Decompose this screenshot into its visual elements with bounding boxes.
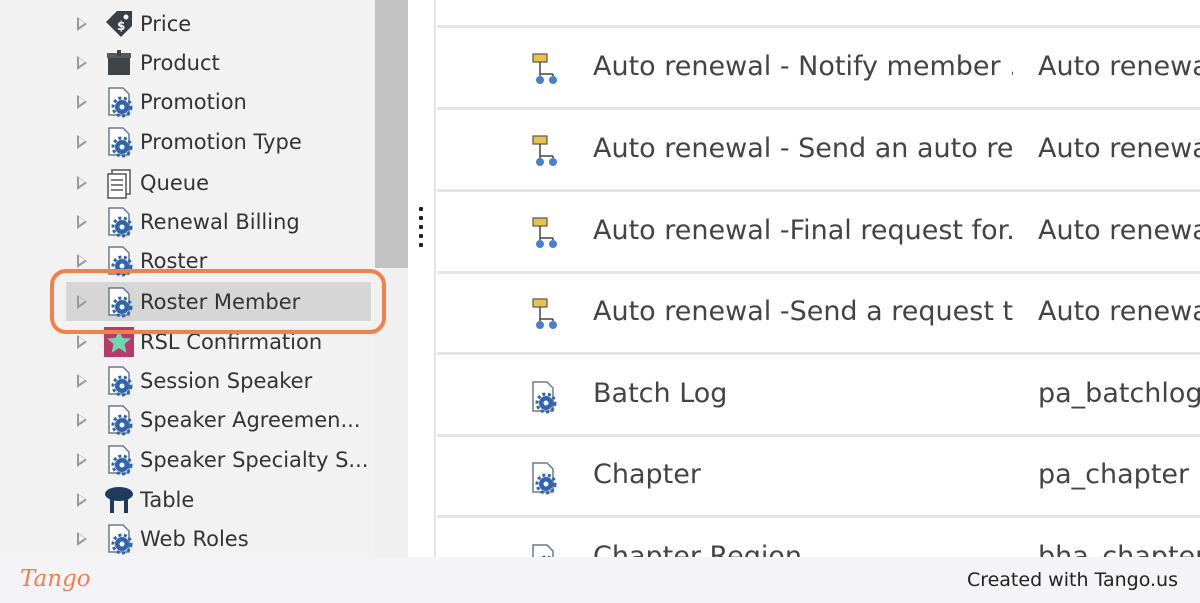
component-schema-name: pa_batchlog (1038, 378, 1200, 409)
table-row[interactable]: Chapter Region bha_chapter (437, 520, 1200, 557)
tango-logo: Tango (20, 566, 91, 592)
tree-item-session-speaker[interactable]: Session Speaker (66, 361, 371, 400)
component-schema-name: Auto renewa (1038, 51, 1200, 82)
tree-item-price[interactable]: $ Price (66, 4, 371, 43)
tree-item-speaker-agreement[interactable]: Speaker Agreemen... (66, 400, 371, 439)
entity-gear-icon (527, 460, 561, 498)
tree-item-label: Session Speaker (140, 368, 313, 393)
component-schema-name: Auto renewa (1038, 133, 1200, 164)
tree-item-promotion[interactable]: Promotion (66, 82, 371, 121)
tree-item-promotion-type[interactable]: Promotion Type (66, 122, 371, 161)
tree-item-table[interactable]: Table (66, 480, 371, 519)
tree-item-speaker-specialty[interactable]: Speaker Specialty S... (66, 440, 371, 479)
component-schema-name: Auto renewa (1038, 296, 1200, 327)
tree-scrollbar-thumb[interactable] (375, 0, 408, 268)
expand-arrow-icon[interactable] (77, 452, 87, 467)
tree-item-queue[interactable]: Queue (66, 163, 371, 202)
expand-arrow-icon[interactable] (77, 175, 87, 190)
footer-credit: Created with Tango.us (966, 569, 1178, 591)
expand-arrow-icon[interactable] (77, 373, 87, 388)
svg-text:$: $ (117, 19, 125, 33)
process-icon (527, 134, 561, 172)
expand-arrow-icon[interactable] (77, 134, 87, 149)
price-tag-icon: $ (102, 7, 136, 41)
tree-item-label: Renewal Billing (140, 209, 300, 234)
tree-item-label: Web Roles (140, 526, 249, 551)
tree-item-label: Promotion Type (140, 129, 302, 154)
table-row[interactable] (437, 0, 1200, 28)
table-row[interactable]: Auto renewal - Notify member ... Auto re… (437, 30, 1200, 110)
component-schema-name: bha_chapter (1038, 541, 1200, 557)
table-row[interactable]: Auto renewal -Send a request t... Auto r… (437, 275, 1200, 355)
expand-arrow-icon[interactable] (77, 253, 87, 268)
entity-gear-icon (102, 125, 136, 159)
process-icon (527, 297, 561, 335)
tree-item-label: Table (140, 487, 195, 512)
expand-arrow-icon[interactable] (77, 214, 87, 229)
tree-item-product[interactable]: Product (66, 43, 371, 82)
process-icon (527, 52, 561, 90)
tree-item-label: Speaker Specialty S... (140, 447, 369, 472)
table-row[interactable]: Chapter pa_chapter (437, 438, 1200, 518)
components-grid: Auto renewal - Notify member ... Auto re… (437, 0, 1200, 557)
table-row[interactable]: Auto renewal -Final request for... Auto … (437, 194, 1200, 274)
component-schema-name: pa_chapter (1038, 459, 1190, 490)
entity-gear-icon (527, 379, 561, 417)
table-row[interactable]: Batch Log pa_batchlog (437, 357, 1200, 437)
entity-gear-icon (102, 364, 136, 398)
tree-item-label: Price (140, 11, 192, 36)
tango-footer: Tango Created with Tango.us (0, 557, 1200, 603)
entity-gear-icon (102, 403, 136, 437)
entity-gear-icon (102, 443, 136, 477)
tree-item-label: Queue (140, 170, 209, 195)
component-display-name: Chapter (593, 459, 701, 490)
component-display-name: Chapter Region (593, 541, 802, 557)
pane-splitter[interactable] (408, 0, 436, 557)
component-schema-name: Auto renewa (1038, 215, 1200, 246)
entity-gear-icon (527, 542, 561, 557)
component-display-name: Auto renewal - Notify member ... (593, 51, 1013, 82)
highlight-ring (50, 269, 386, 334)
component-display-name: Auto renewal -Final request for... (593, 215, 1013, 246)
component-display-name: Auto renewal -Send a request t... (593, 296, 1013, 327)
expand-arrow-icon[interactable] (77, 16, 87, 31)
expand-arrow-icon[interactable] (77, 492, 87, 507)
splitter-grip-icon[interactable] (419, 207, 423, 247)
entity-gear-icon (102, 205, 136, 239)
tree-item-renewal-billing[interactable]: Renewal Billing (66, 202, 371, 241)
expand-arrow-icon[interactable] (77, 334, 87, 349)
process-icon (527, 216, 561, 254)
tree-item-label: Speaker Agreemen... (140, 407, 361, 432)
product-box-icon (102, 46, 136, 80)
tree-item-label: Promotion (140, 89, 247, 114)
expand-arrow-icon[interactable] (77, 55, 87, 70)
component-display-name: Batch Log (593, 378, 728, 409)
table-row[interactable]: Auto renewal - Send an auto re... Auto r… (437, 112, 1200, 192)
expand-arrow-icon[interactable] (77, 531, 87, 546)
table-icon (102, 483, 136, 517)
entity-gear-icon (102, 522, 136, 556)
queue-icon (102, 166, 136, 200)
tree-item-web-roles[interactable]: Web Roles (66, 519, 371, 557)
entity-gear-icon (102, 85, 136, 119)
expand-arrow-icon[interactable] (77, 94, 87, 109)
component-display-name: Auto renewal - Send an auto re... (593, 133, 1013, 164)
tree-item-label: Product (140, 50, 220, 75)
expand-arrow-icon[interactable] (77, 412, 87, 427)
